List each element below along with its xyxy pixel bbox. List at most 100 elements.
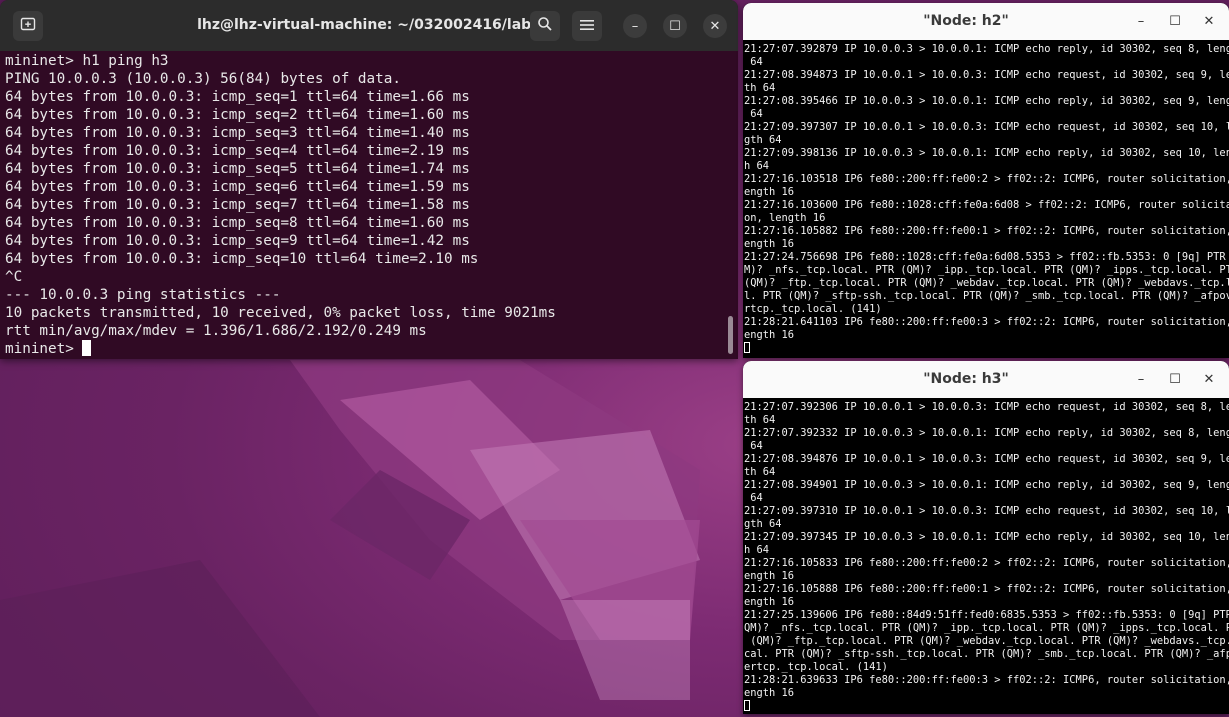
terminal-line: 64 bytes from 10.0.0.3: icmp_seq=2 ttl=6…	[5, 107, 470, 123]
terminal-line: ^C	[5, 269, 23, 285]
node-h2-line: 21:27:09.397307 IP 10.0.0.1 > 10.0.0.3: …	[744, 121, 1229, 133]
node-h2-line: 21:27:09.398136 IP 10.0.0.3 > 10.0.0.1: …	[744, 147, 1229, 159]
node-h2-titlebar[interactable]: "Node: h2" – ☐ ✕	[743, 3, 1229, 40]
node-h2-line: rtcp._tcp.local. (141)	[744, 303, 882, 315]
node-h3-close-button[interactable]: ✕	[1199, 369, 1219, 389]
node-h3-output[interactable]: 21:27:07.392306 IP 10.0.0.1 > 10.0.0.3: …	[744, 401, 1229, 713]
xterm-cursor-line[interactable]	[744, 700, 1227, 713]
node-h3-line: cal. PTR (QM)? _sftp-ssh._tcp.local. PTR…	[744, 648, 1229, 660]
node-h2-maximize-button[interactable]: ☐	[1165, 11, 1185, 31]
node-h2-line: gth 64	[744, 134, 782, 146]
terminal-line: 64 bytes from 10.0.0.3: icmp_seq=8 ttl=6…	[5, 215, 470, 231]
node-h2-line: th 64	[744, 82, 776, 94]
terminal-prompt-line[interactable]: mininet>	[5, 340, 724, 358]
node-h3-window[interactable]: "Node: h3" – ☐ ✕ 21:27:07.392306 IP 10.0…	[743, 361, 1229, 714]
node-h3-line: 21:27:25.139606 IP6 fe80::84d9:51ff:fed0…	[744, 609, 1229, 621]
terminal-prompt: mininet>	[5, 341, 83, 357]
node-h2-close-button[interactable]: ✕	[1199, 11, 1219, 31]
node-h3-minimize-button[interactable]: –	[1131, 369, 1151, 389]
node-h2-line: h 64	[744, 160, 770, 172]
terminal-line: 64 bytes from 10.0.0.3: icmp_seq=6 ttl=6…	[5, 179, 470, 195]
node-h3-line: 21:27:08.394876 IP 10.0.0.1 > 10.0.0.3: …	[744, 453, 1229, 465]
terminal-line: 64 bytes from 10.0.0.3: icmp_seq=1 ttl=6…	[5, 89, 470, 105]
close-button[interactable]: ✕	[703, 14, 727, 38]
node-h3-line: (QM)? _ftp._tcp.local. PTR (QM)? _webdav…	[744, 635, 1229, 647]
node-h2-line: ength 16	[744, 238, 795, 250]
node-h3-line: ertcp._tcp.local. (141)	[744, 661, 888, 673]
xterm-cursor-line[interactable]	[744, 342, 1227, 355]
node-h3-line: 21:28:21.639633 IP6 fe80::200:ff:fe00:3 …	[744, 674, 1229, 686]
node-h2-line: 21:27:08.394873 IP 10.0.0.1 > 10.0.0.3: …	[744, 69, 1229, 81]
xterm-cursor	[744, 342, 750, 353]
terminal-line: 64 bytes from 10.0.0.3: icmp_seq=3 ttl=6…	[5, 125, 470, 141]
node-h3-line: 21:27:07.392332 IP 10.0.0.3 > 10.0.0.1: …	[744, 427, 1229, 439]
node-h2-window[interactable]: "Node: h2" – ☐ ✕ 21:27:07.392879 IP 10.0…	[743, 3, 1229, 358]
node-h3-line: QM)? _nfs._tcp.local. PTR (QM)? _ipp._tc…	[744, 622, 1229, 634]
node-h3-line: th 64	[744, 466, 776, 478]
node-h3-line: ength 16	[744, 570, 795, 582]
minimize-icon: –	[1137, 371, 1145, 387]
terminal-output[interactable]: mininet> h1 ping h3 PING 10.0.0.3 (10.0.0…	[5, 52, 724, 358]
maximize-icon: ☐	[1169, 13, 1181, 29]
minimize-icon: –	[1137, 13, 1145, 29]
search-button[interactable]	[530, 11, 560, 41]
node-h2-line: 21:27:16.103600 IP6 fe80::1028:cff:fe0a:…	[744, 199, 1229, 211]
node-h2-line: 64	[744, 56, 763, 68]
node-h3-line: 64	[744, 492, 763, 504]
node-h2-line: on, length 16	[744, 212, 826, 224]
terminal-cursor	[82, 340, 92, 356]
node-h2-line: 21:27:08.395466 IP 10.0.0.3 > 10.0.0.1: …	[744, 95, 1229, 107]
close-icon: ✕	[709, 18, 721, 34]
node-h3-titlebar[interactable]: "Node: h3" – ☐ ✕	[743, 361, 1229, 398]
close-icon: ✕	[1203, 371, 1215, 387]
node-h3-line: 21:27:08.394901 IP 10.0.0.3 > 10.0.0.1: …	[744, 479, 1229, 491]
node-h3-line: 21:27:07.392306 IP 10.0.0.1 > 10.0.0.3: …	[744, 401, 1229, 413]
terminal-line: PING 10.0.0.3 (10.0.0.3) 56(84) bytes of…	[5, 71, 401, 87]
close-icon: ✕	[1203, 13, 1215, 29]
node-h2-line: 64	[744, 108, 763, 120]
xterm-cursor	[744, 700, 750, 711]
maximize-icon: ☐	[1169, 371, 1181, 387]
node-h2-line: ength 16	[744, 329, 795, 341]
node-h3-line: ength 16	[744, 596, 795, 608]
node-h3-line: 21:27:09.397345 IP 10.0.0.3 > 10.0.0.1: …	[744, 531, 1229, 543]
menu-button[interactable]	[572, 11, 602, 41]
terminal-line: 64 bytes from 10.0.0.3: icmp_seq=5 ttl=6…	[5, 161, 470, 177]
hamburger-menu-icon	[580, 17, 594, 35]
node-h3-line: h 64	[744, 544, 770, 556]
terminal-window[interactable]: lhz@lhz-virtual-machine: ~/032002416/lab…	[0, 0, 738, 359]
node-h3-line: th 64	[744, 414, 776, 426]
node-h3-line: 21:27:16.105888 IP6 fe80::200:ff:fe00:1 …	[744, 583, 1229, 595]
terminal-line: rtt min/avg/max/mdev = 1.396/1.686/2.192…	[5, 323, 427, 339]
node-h2-line: ength 16	[744, 186, 795, 198]
node-h2-line: 21:27:16.103518 IP6 fe80::200:ff:fe00:2 …	[744, 173, 1229, 185]
terminal-scrollbar[interactable]	[728, 316, 733, 354]
node-h2-output[interactable]: 21:27:07.392879 IP 10.0.0.3 > 10.0.0.1: …	[744, 43, 1229, 355]
node-h2-line: l. PTR (QM)? _sftp-ssh._tcp.local. PTR (…	[744, 290, 1229, 302]
minimize-icon: –	[631, 18, 639, 34]
terminal-line: --- 10.0.0.3 ping statistics ---	[5, 287, 281, 303]
node-h2-line: M)? _nfs._tcp.local. PTR (QM)? _ipp._tcp…	[744, 264, 1229, 276]
node-h2-line: 21:27:16.105882 IP6 fe80::200:ff:fe00:1 …	[744, 225, 1229, 237]
node-h2-minimize-button[interactable]: –	[1131, 11, 1151, 31]
maximize-button[interactable]: ☐	[663, 14, 687, 38]
node-h3-line: 64	[744, 440, 763, 452]
terminal-line: 64 bytes from 10.0.0.3: icmp_seq=9 ttl=6…	[5, 233, 470, 249]
node-h3-line: ength 16	[744, 687, 795, 699]
search-icon	[537, 16, 553, 36]
minimize-button[interactable]: –	[623, 14, 647, 38]
terminal-line: mininet> h1 ping h3	[5, 53, 169, 69]
node-h2-line: 21:27:07.392879 IP 10.0.0.3 > 10.0.0.1: …	[744, 43, 1229, 55]
node-h3-title: "Node: h3"	[923, 371, 1009, 387]
terminal-line: 64 bytes from 10.0.0.3: icmp_seq=4 ttl=6…	[5, 143, 470, 159]
terminal-titlebar[interactable]: lhz@lhz-virtual-machine: ~/032002416/lab…	[0, 0, 738, 51]
node-h3-line: 21:27:09.397310 IP 10.0.0.1 > 10.0.0.3: …	[744, 505, 1229, 517]
node-h3-maximize-button[interactable]: ☐	[1165, 369, 1185, 389]
node-h2-line: 21:27:24.756698 IP6 fe80::1028:cff:fe0a:…	[744, 251, 1229, 263]
node-h2-line: (QM)? _ftp._tcp.local. PTR (QM)? _webdav…	[744, 277, 1229, 289]
terminal-line: 64 bytes from 10.0.0.3: icmp_seq=7 ttl=6…	[5, 197, 470, 213]
node-h2-title: "Node: h2"	[923, 13, 1009, 29]
node-h2-line: 21:28:21.641103 IP6 fe80::200:ff:fe00:3 …	[744, 316, 1229, 328]
node-h3-line: gth 64	[744, 518, 782, 530]
maximize-icon: ☐	[669, 18, 681, 34]
